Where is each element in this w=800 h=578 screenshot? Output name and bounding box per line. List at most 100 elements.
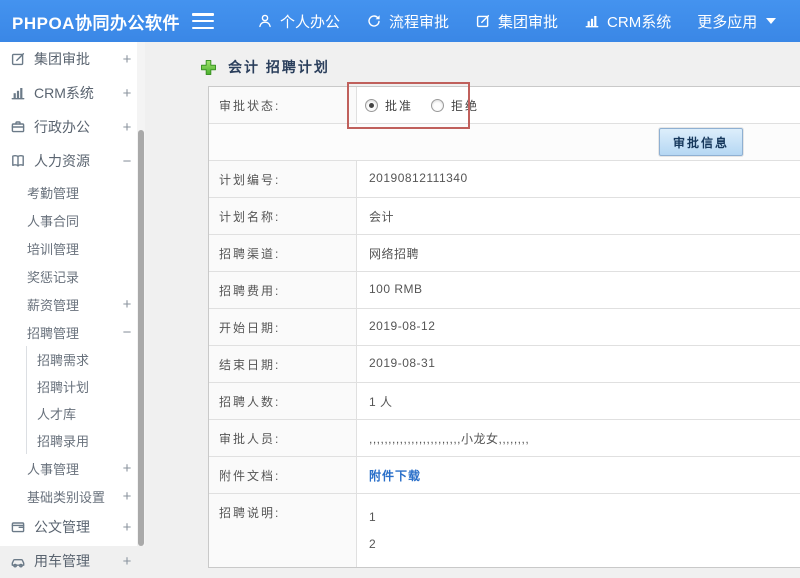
form-row-label: 招聘渠道: xyxy=(209,235,357,271)
expand-icon[interactable]: + xyxy=(117,85,137,102)
form-row-label: 审批状态: xyxy=(209,87,357,123)
briefcase-icon xyxy=(10,119,26,135)
book-icon xyxy=(10,153,26,169)
form-row-approve-button: 审批信息 xyxy=(209,124,800,161)
menu-toggle-icon[interactable] xyxy=(192,13,214,29)
sidebar-item-label: 人事合同 xyxy=(27,213,80,229)
sidebar-item-label: 招聘录用 xyxy=(37,434,90,449)
sidebar-item-label: 基础类别设置 xyxy=(27,489,106,505)
sidebar-item-5[interactable]: 考勤管理 xyxy=(0,178,137,206)
form-row-label: 招聘费用: xyxy=(209,272,357,308)
topnav-item-5[interactable]: 更多应用 xyxy=(684,0,789,42)
chevron-down-icon xyxy=(766,18,777,24)
sidebar-item-4[interactable]: 人力资源 − xyxy=(0,144,137,178)
form-row-value: 附件下载 xyxy=(357,457,800,493)
sidebar-item-label: 考勤管理 xyxy=(27,185,80,201)
sidebar-item-label: 培训管理 xyxy=(27,241,80,257)
expand-icon[interactable]: + xyxy=(117,51,137,68)
sidebar-item-label: 招聘需求 xyxy=(37,353,90,368)
topnav-item-3[interactable]: 集团审批 xyxy=(462,0,571,42)
radio-dot xyxy=(369,103,374,108)
expand-icon[interactable]: + xyxy=(117,553,137,570)
sidebar-item-17[interactable]: 公文管理 + xyxy=(0,510,137,544)
form-row-text: 招聘费用: 100 RMB xyxy=(209,272,800,309)
sidebar-item-16[interactable]: 基础类别设置 + xyxy=(0,482,137,510)
add-icon[interactable] xyxy=(200,59,217,76)
sidebar-item-label: 行政办公 xyxy=(34,119,90,135)
topnav-label: 个人办公 xyxy=(280,13,341,31)
form-row-value: 12 xyxy=(357,494,800,567)
topnav-item-2[interactable]: 流程审批 xyxy=(353,0,462,42)
form-row-text: 结束日期: 2019-08-31 xyxy=(209,346,800,383)
sidebar-item-11[interactable]: 招聘需求 xyxy=(26,346,137,373)
sidebar-item-label: 人才库 xyxy=(37,407,77,422)
sidebar-item-label: 薪资管理 xyxy=(27,297,80,313)
sidebar-item-label: 公文管理 xyxy=(34,519,90,535)
scrollbar-thumb[interactable] xyxy=(138,130,144,546)
person-icon xyxy=(257,13,273,29)
form-row-radio: 审批状态: 批准 拒绝 xyxy=(209,87,800,124)
sidebar-item-10[interactable]: 招聘管理 − xyxy=(0,318,137,346)
sidebar-item-label: 用车管理 xyxy=(34,553,90,569)
cycle-icon xyxy=(366,13,382,29)
sidebar-item-3[interactable]: 行政办公 + xyxy=(0,110,137,144)
sidebar-item-label: 人力资源 xyxy=(34,153,90,169)
sidebar-item-label: 人事管理 xyxy=(27,461,80,477)
form-row-value: ,,,,,,,,,,,,,,,,,,,,,,,,小龙女,,,,,,,, xyxy=(369,432,530,446)
approval-status-options: 批准 拒绝 xyxy=(357,87,800,123)
form-row-text: 计划编号: 20190812111340 xyxy=(209,161,800,198)
topnav-label: 集团审批 xyxy=(498,13,559,31)
form-row-value: 100 RMB xyxy=(369,282,423,296)
page-header: 会计 招聘计划 xyxy=(145,42,800,86)
form-row-label: 附件文档: xyxy=(209,457,357,493)
approve-button-cell: 审批信息 xyxy=(209,124,800,160)
topnav-label: 流程审批 xyxy=(389,13,450,31)
expand-icon[interactable]: + xyxy=(117,296,137,313)
sidebar-item-12[interactable]: 招聘计划 xyxy=(26,373,137,400)
sidebar: 集团审批 + CRM系统 + 行政办公 + 人力资源 − 考勤管理 人事合同 培训管理 奖惩记录 薪资管… xyxy=(0,42,145,570)
sidebar-item-6[interactable]: 人事合同 xyxy=(0,206,137,234)
sidebar-item-label: 招聘计划 xyxy=(37,380,90,395)
form-row-text: 招聘渠道: 网络招聘 xyxy=(209,235,800,272)
topnav-label: CRM系统 xyxy=(607,13,672,31)
expand-icon[interactable]: + xyxy=(117,119,137,136)
sidebar-item-13[interactable]: 人才库 xyxy=(26,400,137,427)
topbar: PHPOA协同办公软件 个人办公 流程审批 集团审批 CRM系统 更多应用 xyxy=(0,0,800,42)
form-row-value: 20190812111340 xyxy=(369,171,468,185)
sidebar-item-18[interactable]: 用车管理 + xyxy=(0,544,137,578)
sidebar-item-15[interactable]: 人事管理 + xyxy=(0,454,137,482)
bar-chart-icon xyxy=(10,85,26,101)
bar-chart-icon xyxy=(584,13,600,29)
description-line: 1 xyxy=(369,510,377,524)
sidebar-item-label: 招聘管理 xyxy=(27,325,80,341)
form-row-text: 开始日期: 2019-08-12 xyxy=(209,309,800,346)
radio-option-label[interactable]: 批准 xyxy=(385,97,413,114)
edit-icon xyxy=(475,13,491,29)
expand-icon[interactable]: + xyxy=(117,460,137,477)
topnav-item-1[interactable]: 个人办公 xyxy=(244,0,353,42)
form-row-value: 网络招聘 xyxy=(369,247,420,261)
form-row-text: 审批人员: ,,,,,,,,,,,,,,,,,,,,,,,,小龙女,,,,,,,, xyxy=(209,420,800,457)
sidebar-item-2[interactable]: CRM系统 + xyxy=(0,76,137,110)
expand-icon[interactable]: + xyxy=(117,519,137,536)
sidebar-item-8[interactable]: 奖惩记录 xyxy=(0,262,137,290)
sidebar-item-14[interactable]: 招聘录用 xyxy=(26,427,137,454)
topnav-item-4[interactable]: CRM系统 xyxy=(571,0,684,42)
form-row-value: 会计 xyxy=(369,210,395,224)
sidebar-scrollbar[interactable] xyxy=(137,42,145,546)
form-row-text: 计划名称: 会计 xyxy=(209,198,800,235)
radio-unchecked[interactable] xyxy=(431,99,445,112)
sidebar-item-1[interactable]: 集团审批 + xyxy=(0,42,137,76)
page-title: 会计 招聘计划 xyxy=(228,59,330,75)
collapse-icon[interactable]: − xyxy=(117,324,137,341)
radio-checked[interactable] xyxy=(365,99,378,112)
sidebar-item-9[interactable]: 薪资管理 + xyxy=(0,290,137,318)
attachment-download-link[interactable]: 附件下载 xyxy=(369,469,421,483)
radio-option-label[interactable]: 拒绝 xyxy=(451,97,479,114)
car-icon xyxy=(10,553,26,569)
form-row-label: 招聘人数: xyxy=(209,383,357,419)
expand-icon[interactable]: + xyxy=(117,488,137,505)
sidebar-item-7[interactable]: 培训管理 xyxy=(0,234,137,262)
collapse-icon[interactable]: − xyxy=(117,153,137,170)
approval-info-button[interactable]: 审批信息 xyxy=(658,128,743,156)
